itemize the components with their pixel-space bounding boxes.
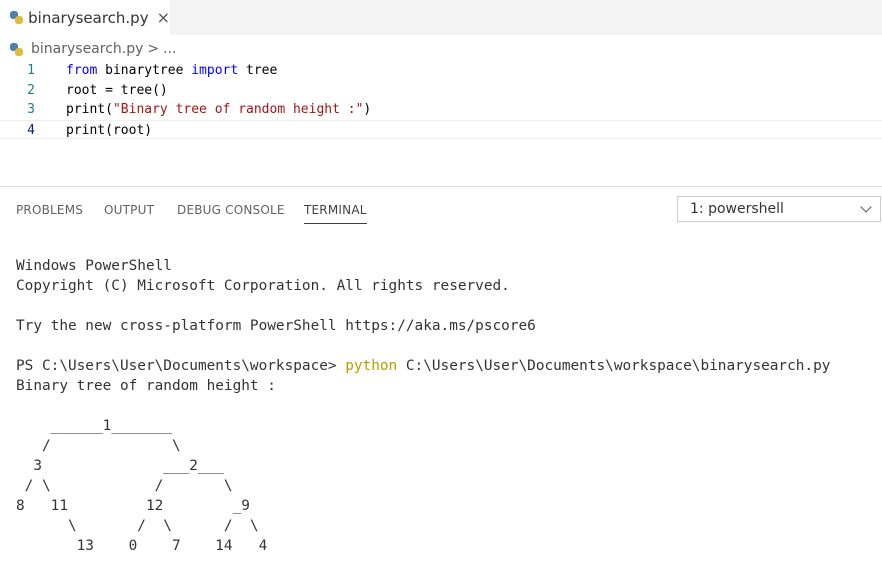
editor-tab-bar: binarysearch.py × — [0, 0, 882, 35]
code-token: print(root) — [66, 122, 153, 138]
code-token: binarytree — [97, 63, 192, 78]
panel-divider — [0, 186, 882, 187]
tab-output[interactable]: OUTPUT — [104, 203, 154, 217]
code-token: "Binary tree of random height :" — [112, 102, 364, 117]
code-token: tree — [238, 63, 278, 78]
code-token: print( — [66, 102, 113, 117]
line-content: print(root) — [66, 121, 152, 141]
code-line[interactable]: 2 root = tree() — [0, 81, 882, 101]
code-editor[interactable]: 1 from binarytree import tree 2 root = tree… — [0, 61, 882, 139]
terminal-hint: Try the new cross-platform PowerShell ht… — [16, 318, 536, 334]
breadcrumb: binarysearch.py > ... — [8, 38, 177, 60]
terminal-banner: Windows PowerShell — [16, 258, 172, 274]
terminal-prompt: PS C:\Users\User\Documents\workspace> — [16, 358, 346, 374]
line-number: 3 — [27, 102, 35, 117]
line-number: 1 — [27, 63, 35, 78]
terminal-select[interactable]: 1: powershell — [677, 196, 881, 222]
line-content: root = tree() — [66, 81, 168, 101]
code-line[interactable]: 1 from binarytree import tree — [0, 61, 882, 81]
code-token: root = tree() — [66, 82, 168, 98]
breadcrumb-separator: > — [147, 41, 160, 57]
tab-problems[interactable]: PROBLEMS — [16, 203, 83, 217]
binary-tree-output: ______1_______ / \ 3 ___2___ / \ / \ 8 1… — [16, 418, 268, 554]
python-file-icon — [10, 11, 24, 24]
breadcrumb-file[interactable]: binarysearch.py — [31, 41, 143, 57]
tab-terminal[interactable]: TERMINAL — [304, 203, 367, 224]
close-icon[interactable]: × — [157, 8, 170, 27]
terminal-command-arg: C:\Users\User\Documents\workspace\binary… — [397, 358, 831, 374]
code-token: ) — [363, 102, 372, 117]
terminal-output[interactable]: Windows PowerShell Copyright (C) Microso… — [16, 256, 830, 556]
terminal-output-heading: Binary tree of random height : — [16, 378, 276, 394]
chevron-down-icon — [860, 201, 872, 213]
code-token: import — [191, 63, 239, 78]
line-content: from binarytree import tree — [66, 61, 277, 81]
code-line[interactable]: 3 print("Binary tree of random height :") — [0, 100, 882, 120]
terminal-command: python — [345, 358, 398, 374]
line-number: 4 — [27, 122, 35, 138]
tab-filename: binarysearch.py — [28, 8, 149, 27]
tab-debug-console[interactable]: DEBUG CONSOLE — [177, 203, 285, 217]
breadcrumb-more[interactable]: ... — [163, 41, 176, 57]
terminal-select-value: 1: powershell — [690, 201, 784, 217]
code-line[interactable]: 4 print(root) — [0, 119, 882, 141]
code-token: from — [66, 63, 98, 78]
terminal-copyright: Copyright (C) Microsoft Corporation. All… — [16, 278, 510, 294]
line-number: 2 — [27, 82, 35, 98]
python-file-icon — [10, 42, 23, 56]
line-content: print("Binary tree of random height :") — [66, 100, 371, 120]
file-tab[interactable]: binarysearch.py × — [0, 0, 170, 35]
